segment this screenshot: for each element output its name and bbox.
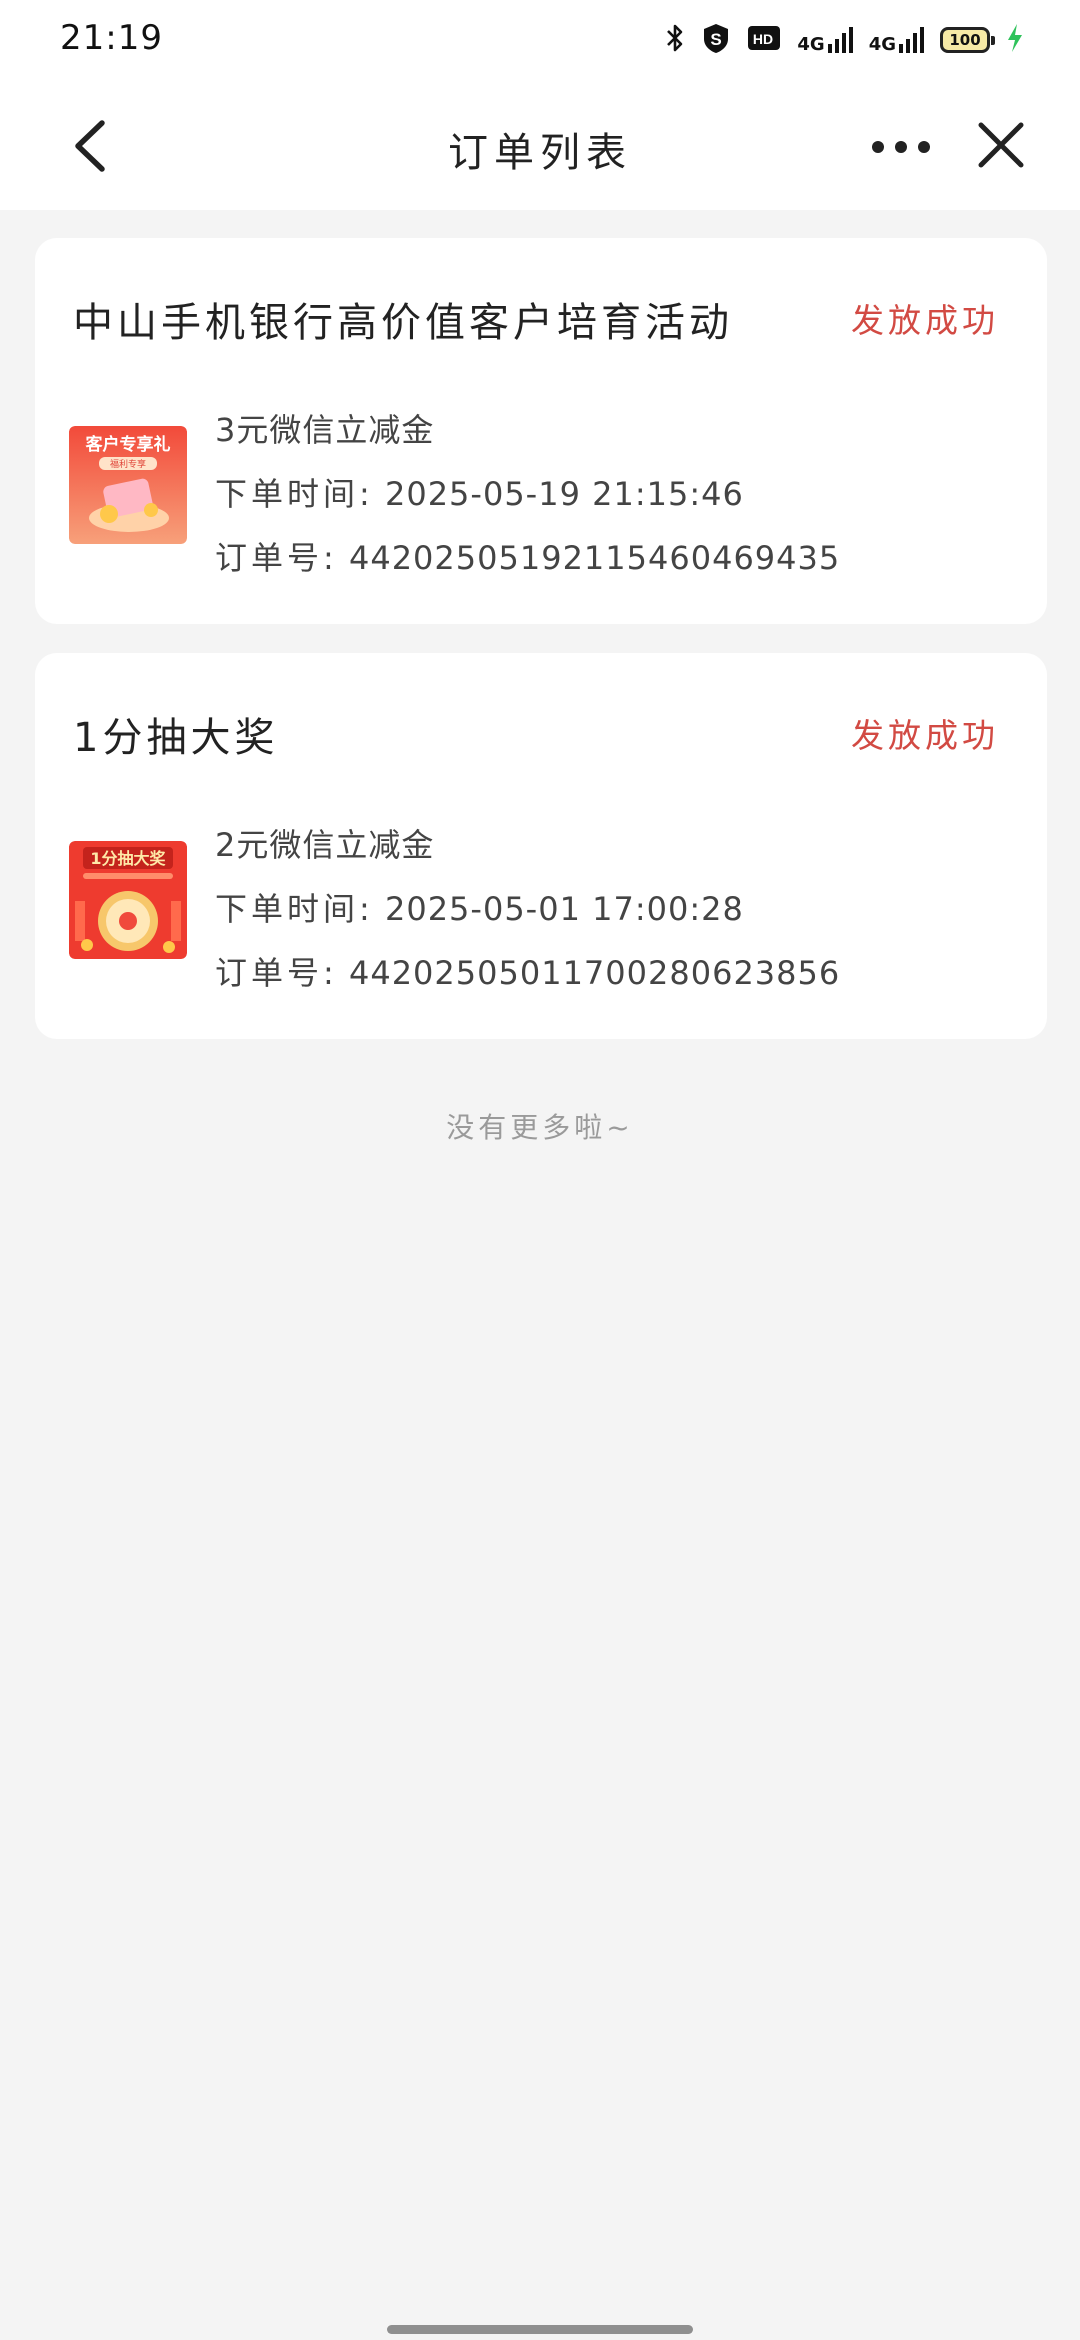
status-time: 21:19 [60, 18, 163, 58]
order-info: 2元微信立减金 下单时间: 2025-05-01 17:00:28 订单号: 4… [215, 813, 840, 1005]
nav-bar: 订单列表 [0, 80, 1080, 210]
close-button[interactable] [976, 120, 1026, 170]
order-status: 发放成功 [851, 716, 999, 755]
hd-icon: HD [747, 24, 781, 56]
order-time-value: 2025-05-19 21:15:46 [384, 475, 744, 513]
thumb-banner-text: 客户专享礼 [85, 434, 171, 455]
order-card[interactable]: 1分抽大奖 发放成功 1分抽大奖 2元微信立减金 下单时间: 2025-05-0… [35, 653, 1047, 1039]
order-time-label: 下单时间: [215, 475, 374, 513]
order-status: 发放成功 [851, 301, 999, 340]
order-number-value: 4420250519211546046943​5 [348, 539, 841, 577]
svg-text:HD: HD [753, 31, 773, 47]
order-title: 1分抽大奖 [73, 715, 279, 761]
order-item: 2元微信立减金 [215, 826, 435, 864]
order-number-label: 订单号: [215, 954, 338, 992]
order-title: 中山手机银行高价值客户培育活动 [73, 300, 733, 346]
order-info: 3元微信立减金 下单时间: 2025-05-19 21:15:46 订单号: 4… [215, 398, 840, 590]
order-number-label: 订单号: [215, 539, 338, 577]
end-of-list-note: 没有更多啦~ [446, 1111, 634, 1144]
order-time-label: 下单时间: [215, 890, 374, 928]
order-time: 下单时间: 2025-05-01 17:00:28 [215, 877, 840, 941]
signal-4g-icon: 4G [797, 26, 853, 54]
order-card[interactable]: 中山手机银行高价值客户培育活动 发放成功 客户专享礼 福利专享 3元微信立减金 … [35, 238, 1047, 624]
close-icon [978, 122, 1024, 168]
home-indicator[interactable] [387, 2325, 693, 2334]
order-number: 订单号: 4420250519211546046943​5 [215, 526, 840, 590]
more-button[interactable] [870, 135, 932, 159]
thumb-sub-text: 福利专享 [110, 458, 146, 470]
svg-text:S: S [711, 30, 722, 49]
order-number-value: 442025050117002806238​56 [348, 954, 841, 992]
order-thumbnail: 客户专享礼 福利专享 [69, 426, 187, 544]
status-bar: 21:19 S HD 4G 4G 100 [0, 0, 1080, 80]
s-app-icon: S [701, 22, 731, 58]
order-number: 订单号: 442025050117002806238​56 [215, 941, 840, 1005]
order-item: 3元微信立减金 [215, 411, 435, 449]
order-thumbnail: 1分抽大奖 [69, 841, 187, 959]
bluetooth-icon [665, 23, 685, 57]
battery-icon: 100 [940, 27, 995, 53]
order-time-value: 2025-05-01 17:00:28 [384, 890, 744, 928]
more-dots-icon [872, 141, 930, 153]
battery-level: 100 [949, 31, 981, 49]
signal-4g-icon: 4G [869, 26, 924, 54]
order-time: 下单时间: 2025-05-19 21:15:46 [215, 462, 840, 526]
status-icons: S HD 4G 4G 100 [665, 20, 1024, 60]
charging-icon [1006, 23, 1024, 57]
thumb-banner-text: 1分抽大奖 [90, 849, 166, 868]
